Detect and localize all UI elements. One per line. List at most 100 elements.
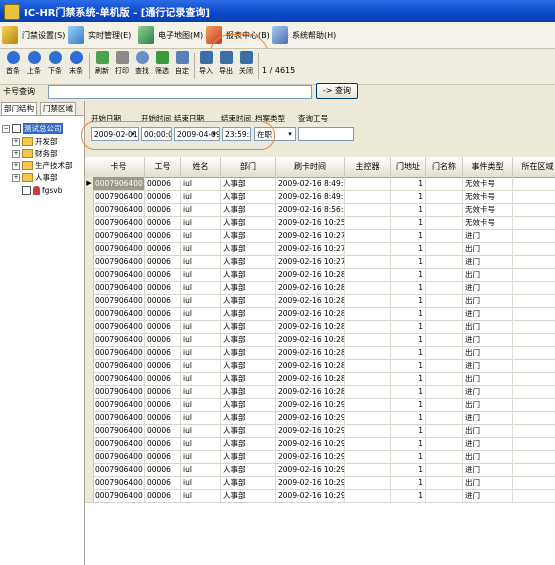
checkbox-icon[interactable] <box>12 124 21 133</box>
column-header[interactable]: 所在区域 <box>513 157 555 177</box>
tree-item-hr[interactable]: + 人事部 <box>12 172 58 183</box>
collapse-icon[interactable]: − <box>2 124 10 133</box>
menu-report-center[interactable]: 报表中心(B) <box>206 25 270 45</box>
end-time-field[interactable]: 23:59:59 <box>222 127 251 141</box>
table-row[interactable]: 000790640000006iul人事部2009-02-16 10:28:38… <box>85 333 555 347</box>
table-row[interactable]: 000790640000006iul人事部2009-02-16 10:28:39… <box>85 346 555 360</box>
menu-realtime-management[interactable]: 实时管理(E) <box>68 25 131 45</box>
table-cell <box>513 229 555 242</box>
table-row[interactable]: 000790640000006iul人事部2009-02-16 8:56:35 1… <box>85 203 555 217</box>
column-header[interactable]: 工号 <box>145 157 181 177</box>
table-cell <box>426 242 463 255</box>
table-row[interactable]: 000790640000006iul人事部2009-02-16 10:28:04… <box>85 281 555 295</box>
table-row[interactable]: 000790640000006iul人事部2009-02-16 10:29:02… <box>85 411 555 425</box>
table-row[interactable]: 000790640000006iul人事部2009-02-16 10:27:58… <box>85 255 555 269</box>
tree-root[interactable]: − 测试总公司 <box>2 123 63 134</box>
column-header[interactable]: 姓名 <box>181 157 221 177</box>
table-cell: 0007906400 <box>93 346 145 359</box>
tree-item-finance[interactable]: + 财务部 <box>12 148 58 159</box>
next-record-button[interactable]: 下条 <box>45 51 65 76</box>
table-cell <box>345 307 391 320</box>
table-row[interactable]: 000790640000006iul人事部2009-02-16 10:29:06… <box>85 450 555 464</box>
table-cell <box>426 476 463 489</box>
tab-department-structure[interactable]: 部门结构 <box>1 102 37 115</box>
table-row[interactable]: 000790640000006iul人事部2009-02-16 10:29:03… <box>85 424 555 438</box>
close-icon <box>239 51 253 64</box>
table-cell: 00006 <box>145 489 181 502</box>
table-row[interactable]: 000790640000006iul人事部2009-02-16 10:28:42… <box>85 372 555 386</box>
table-row[interactable]: 000790640000006iul人事部2009-02-16 10:28:36… <box>85 320 555 334</box>
table-row[interactable]: 000790640000006iul人事部2009-02-16 10:27:55… <box>85 229 555 243</box>
find-button[interactable]: 查找 <box>132 51 152 76</box>
start-date-field[interactable]: 2009-02-01 ▾ <box>91 127 139 141</box>
column-header[interactable]: 事件类型 <box>463 157 513 177</box>
table-cell: 进门 <box>463 385 513 398</box>
table-cell: 人事部 <box>221 229 276 242</box>
filter-button[interactable]: 筛选 <box>152 51 172 76</box>
table-row[interactable]: 000790640000006iul人事部2009-02-16 8:49:21 1… <box>85 190 555 204</box>
table-cell: 2009-02-16 10:28:04 <box>276 281 345 294</box>
table-row[interactable]: 000790640000006iul人事部2009-02-16 10:28:41… <box>85 359 555 373</box>
query-button[interactable]: -> 查询 <box>316 83 358 99</box>
table-row[interactable]: 000790640000006iul人事部2009-02-16 10:29:08… <box>85 463 555 477</box>
chevron-down-icon[interactable]: ▾ <box>209 128 219 140</box>
column-header[interactable]: 卡号 <box>93 157 145 177</box>
table-row[interactable]: ▶000790640000006iul人事部2009-02-16 8:49:19… <box>85 177 555 191</box>
tree-item-dev[interactable]: + 开发部 <box>12 136 58 147</box>
tab-access-area[interactable]: 门禁区域 <box>40 102 76 115</box>
table-cell: 0007906400 <box>93 281 145 294</box>
end-date-field[interactable]: 2009-04-09 ▾ <box>174 127 220 141</box>
start-time-field[interactable]: 00:00:00 <box>141 127 172 141</box>
table-cell: iul <box>181 281 221 294</box>
table-row[interactable]: 000790640000006iul人事部2009-02-16 10:25:22… <box>85 216 555 230</box>
checkbox-icon[interactable] <box>22 186 31 195</box>
table-cell: 2009-02-16 10:28:39 <box>276 346 345 359</box>
table-cell <box>513 216 555 229</box>
archive-type-select[interactable]: 在职 ▾ <box>254 127 296 141</box>
card-search-input[interactable] <box>48 85 312 99</box>
customize-button[interactable]: 自定 <box>172 51 192 76</box>
table-cell: 1 <box>391 385 426 398</box>
table-row[interactable]: 000790640000006iul人事部2009-02-16 10:28:33… <box>85 294 555 308</box>
last-record-button[interactable]: 末条 <box>66 51 86 76</box>
table-row[interactable]: 000790640000006iul人事部2009-02-16 10:29:05… <box>85 437 555 451</box>
filter-icon <box>155 51 169 64</box>
table-cell: iul <box>181 411 221 424</box>
table-row[interactable]: 000790640000006iul人事部2009-02-16 10:29:10… <box>85 489 555 503</box>
chevron-down-icon[interactable]: ▾ <box>128 128 138 140</box>
export-button[interactable]: 导出 <box>216 51 236 76</box>
import-button[interactable]: 导入 <box>196 51 216 76</box>
column-header[interactable]: 主控器 <box>345 157 391 177</box>
table-row[interactable]: 000790640000006iul人事部2009-02-16 10:27:57… <box>85 242 555 256</box>
print-button[interactable]: 打印 <box>112 51 132 76</box>
menu-bar: 门禁设置(S) 实时管理(E) 电子地图(M) 报表中心(B) 系统帮助(H) <box>0 22 555 78</box>
expand-icon[interactable]: + <box>12 149 20 158</box>
table-cell: 1 <box>391 437 426 450</box>
column-header[interactable]: 门地址 <box>391 157 426 177</box>
chevron-down-icon[interactable]: ▾ <box>285 128 295 140</box>
first-record-button[interactable]: 首条 <box>3 51 23 76</box>
table-cell <box>345 242 391 255</box>
table-row[interactable]: 000790640000006iul人事部2009-02-16 10:28:58… <box>85 385 555 399</box>
column-header[interactable]: 门名称 <box>426 157 463 177</box>
table-cell: 1 <box>391 489 426 502</box>
table-row[interactable]: 000790640000006iul人事部2009-02-16 10:29:09… <box>85 476 555 490</box>
sidebar: 部门结构 门禁区域 − 测试总公司 + 开发部 + 财务部 + 生产技术部 + … <box>0 101 85 565</box>
query-id-input[interactable] <box>298 127 354 141</box>
column-header[interactable]: 刷卡时间 <box>276 157 345 177</box>
table-row[interactable]: 000790640000006iul人事部2009-02-16 10:28:35… <box>85 307 555 321</box>
column-header[interactable]: 部门 <box>221 157 276 177</box>
menu-electronic-map[interactable]: 电子地图(M) <box>138 25 203 45</box>
tree-item-production[interactable]: + 生产技术部 <box>12 160 73 171</box>
menu-system-help[interactable]: 系统帮助(H) <box>272 25 336 45</box>
menu-door-settings[interactable]: 门禁设置(S) <box>2 25 65 45</box>
close-button[interactable]: 关闭 <box>236 51 256 76</box>
table-row[interactable]: 000790640000006iul人事部2009-02-16 10:28:03… <box>85 268 555 282</box>
expand-icon[interactable]: + <box>12 137 20 146</box>
previous-record-button[interactable]: 上条 <box>24 51 44 76</box>
table-row[interactable]: 000790640000006iul人事部2009-02-16 10:29:00… <box>85 398 555 412</box>
expand-icon[interactable]: + <box>12 161 20 170</box>
refresh-button[interactable]: 刷新 <box>92 51 112 76</box>
tree-item-person[interactable]: fgsvb <box>22 185 63 196</box>
expand-icon[interactable]: + <box>12 173 20 182</box>
